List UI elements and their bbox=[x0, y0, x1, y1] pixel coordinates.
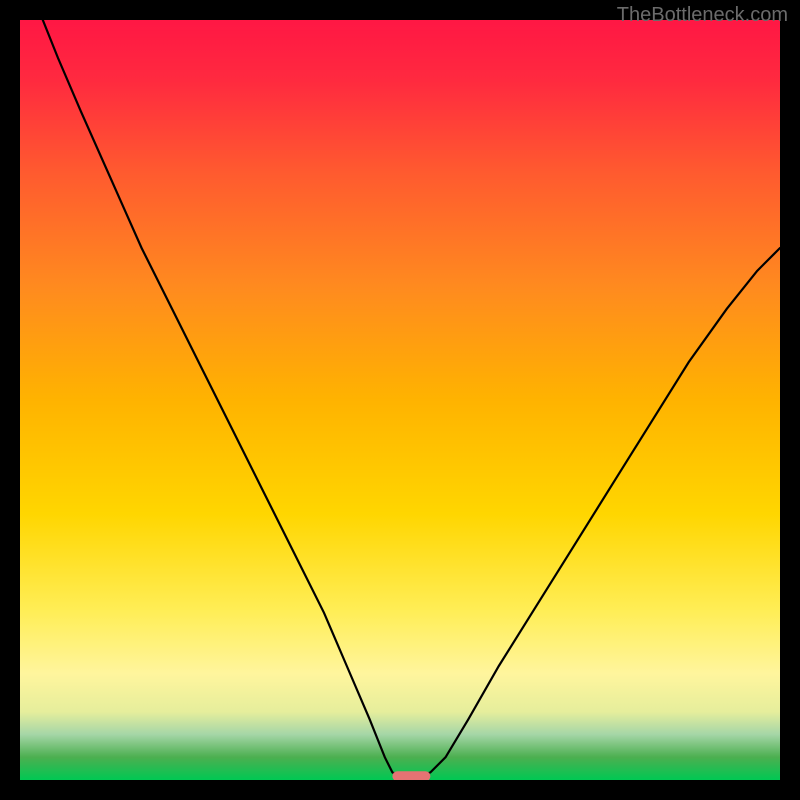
optimal-marker bbox=[392, 771, 430, 780]
watermark-text: TheBottleneck.com bbox=[617, 4, 788, 27]
bottleneck-chart bbox=[20, 20, 780, 780]
